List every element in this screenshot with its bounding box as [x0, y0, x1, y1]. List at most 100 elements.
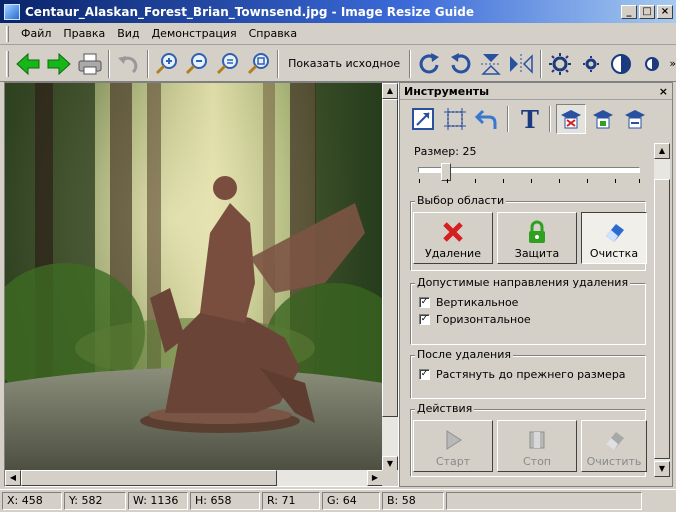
- directions-group: Допустимые направления удаления ✓ Вертик…: [410, 276, 646, 345]
- resize-icon[interactable]: [408, 104, 438, 134]
- vertical-checkbox-check[interactable]: ✓: [419, 297, 430, 308]
- menu-bar: Файл Правка Вид Демонстрация Справка: [0, 23, 676, 45]
- slider-tick: [639, 179, 640, 183]
- svg-text:T: T: [521, 107, 539, 131]
- image-canvas[interactable]: ▲ ▼ ◀ ▶: [4, 82, 399, 487]
- toolbar: Показать исходное »: [0, 46, 676, 82]
- contrast-down-icon[interactable]: [637, 48, 668, 80]
- slider-tick: [475, 179, 476, 183]
- delete-area-label: Удаление: [425, 247, 481, 260]
- tools-panel: Инструменты × T Размер: 25 Выбор области…: [399, 82, 673, 487]
- brightness-down-icon[interactable]: [575, 48, 606, 80]
- slider-tick: [559, 179, 560, 183]
- scroll-corner: [382, 470, 398, 486]
- image-vertical-scrollbar[interactable]: ▲ ▼: [382, 83, 398, 472]
- menu-help[interactable]: Справка: [243, 25, 303, 42]
- horizontal-checkbox-label: Горизонтальное: [436, 313, 531, 326]
- contrast-up-icon[interactable]: [606, 48, 637, 80]
- image-hscroll-thumb[interactable]: [21, 470, 277, 486]
- status-progress: [446, 492, 642, 510]
- stretch-checkbox-label: Растянуть до прежнего размера: [436, 368, 626, 381]
- slider-tick: [447, 179, 448, 183]
- play-icon: [440, 427, 466, 453]
- tools-panel-content: Размер: 25 Выбор области Удаление Защита…: [404, 141, 652, 481]
- smart-protect-icon[interactable]: [588, 104, 618, 134]
- vertical-checkbox-label: Вертикальное: [436, 296, 519, 309]
- slider-tick: [531, 179, 532, 183]
- smart-resize-icon[interactable]: [620, 104, 650, 134]
- flip-vertical-icon[interactable]: [475, 48, 506, 80]
- zoom-in-icon[interactable]: [152, 48, 183, 80]
- close-button[interactable]: ×: [657, 4, 673, 19]
- status-bar: X: 458 Y: 582 W: 1136 H: 658 R: 71 G: 64…: [0, 489, 676, 512]
- status-h: H: 658: [190, 492, 260, 510]
- size-slider-knob[interactable]: [440, 163, 451, 181]
- menu-edit[interactable]: Правка: [57, 25, 111, 42]
- clear-all-button[interactable]: Очистить: [581, 420, 647, 472]
- title-bar: Centaur_Alaskan_Forest_Brian_Townsend.jp…: [0, 0, 676, 23]
- show-original-button[interactable]: Показать исходное: [282, 57, 406, 70]
- size-slider-track: [418, 167, 640, 173]
- menu-view[interactable]: Вид: [111, 25, 145, 42]
- panel-toolbar-separator: [507, 106, 509, 132]
- slider-tick: [615, 179, 616, 183]
- area-selection-legend: Выбор области: [415, 194, 507, 207]
- actions-legend: Действия: [415, 402, 475, 415]
- lock-icon: [524, 219, 550, 245]
- eraser-icon: [601, 219, 627, 245]
- brightness-up-icon[interactable]: [545, 48, 576, 80]
- panel-toolbar-separator: [549, 106, 551, 132]
- directions-legend: Допустимые направления удаления: [415, 276, 631, 289]
- clear-all-button-label: Очистить: [586, 455, 642, 468]
- after-removal-group: После удаления ✓ Растянуть до прежнего р…: [410, 348, 646, 399]
- size-slider[interactable]: [414, 163, 644, 187]
- forward-arrow-icon[interactable]: [44, 48, 75, 80]
- scroll-up-arrow-icon[interactable]: ▲: [382, 83, 398, 99]
- flip-horizontal-icon[interactable]: [506, 48, 537, 80]
- smart-remove-icon[interactable]: [556, 104, 586, 134]
- zoom-out-icon[interactable]: [182, 48, 213, 80]
- image-vscroll-thumb[interactable]: [382, 99, 398, 417]
- stretch-checkbox-check[interactable]: ✓: [419, 369, 430, 380]
- stretch-checkbox[interactable]: ✓ Растянуть до прежнего размера: [419, 368, 626, 381]
- clear-area-button[interactable]: Очистка: [581, 212, 647, 264]
- image-horizontal-scrollbar[interactable]: ◀ ▶: [5, 470, 383, 486]
- scroll-left-arrow-icon[interactable]: ◀: [5, 470, 21, 486]
- horizontal-checkbox-check[interactable]: ✓: [419, 314, 430, 325]
- panel-scroll-down-arrow-icon[interactable]: ▼: [654, 461, 670, 477]
- undo-icon[interactable]: [113, 48, 144, 80]
- zoom-fit-icon[interactable]: [243, 48, 274, 80]
- panel-scroll-up-arrow-icon[interactable]: ▲: [654, 143, 670, 159]
- status-x: X: 458: [2, 492, 62, 510]
- horizontal-checkbox[interactable]: ✓ Горизонтальное: [419, 313, 531, 326]
- slider-tick: [587, 179, 588, 183]
- status-r: R: 71: [262, 492, 320, 510]
- app-icon: [4, 3, 20, 20]
- minimize-button[interactable]: _: [621, 4, 637, 19]
- maximize-button[interactable]: □: [639, 4, 655, 19]
- rotate-right-icon[interactable]: [414, 48, 445, 80]
- delete-area-button[interactable]: Удаление: [413, 212, 493, 264]
- area-selection-group: Выбор области Удаление Защита Очистка: [410, 194, 647, 271]
- start-button[interactable]: Старт: [413, 420, 493, 472]
- toolbar-separator: [146, 49, 149, 78]
- vertical-checkbox[interactable]: ✓ Вертикальное: [419, 296, 518, 309]
- menu-demo[interactable]: Демонстрация: [146, 25, 243, 42]
- toolbar-more-button[interactable]: »: [669, 57, 676, 70]
- crop-icon[interactable]: [440, 104, 470, 134]
- scroll-right-arrow-icon[interactable]: ▶: [367, 470, 383, 486]
- panel-vertical-scrollbar[interactable]: ▲ ▼: [654, 143, 670, 477]
- printer-icon[interactable]: [74, 48, 105, 80]
- text-icon[interactable]: T: [514, 104, 544, 134]
- back-arrow-icon[interactable]: [13, 48, 44, 80]
- undo-arrow-icon[interactable]: [472, 104, 502, 134]
- zoom-actual-icon[interactable]: [213, 48, 244, 80]
- stop-button[interactable]: Стоп: [497, 420, 577, 472]
- panel-vscroll-thumb[interactable]: [654, 179, 670, 459]
- start-button-label: Старт: [435, 455, 471, 468]
- tools-panel-close-icon[interactable]: ×: [659, 85, 668, 98]
- window-title: Centaur_Alaskan_Forest_Brian_Townsend.jp…: [25, 4, 474, 19]
- protect-area-button[interactable]: Защита: [497, 212, 577, 264]
- menu-file[interactable]: Файл: [15, 25, 57, 42]
- rotate-left-icon[interactable]: [445, 48, 476, 80]
